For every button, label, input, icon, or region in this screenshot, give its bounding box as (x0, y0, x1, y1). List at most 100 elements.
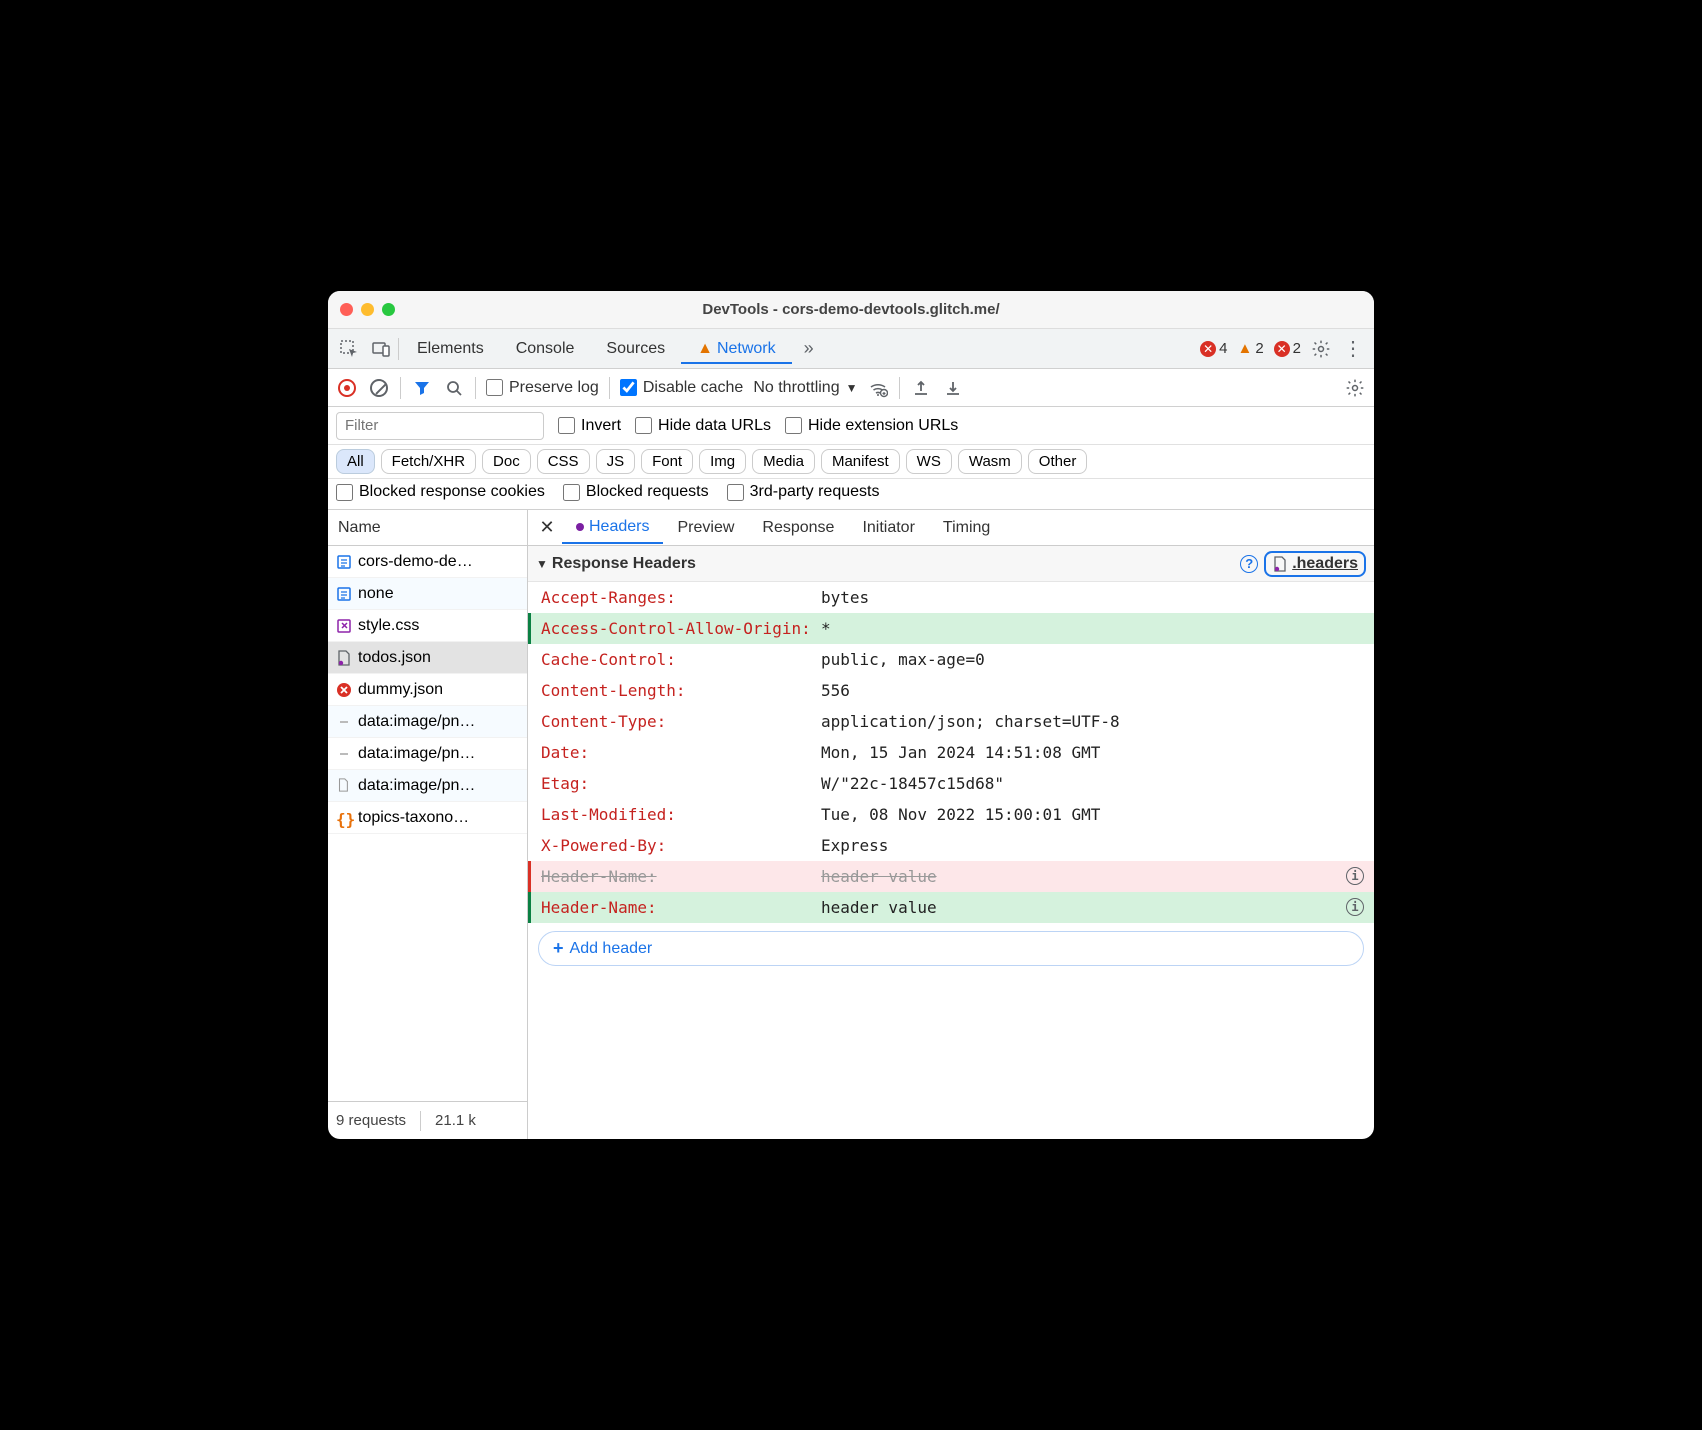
invert-checkbox[interactable]: Invert (558, 417, 621, 435)
chip-js[interactable]: JS (596, 449, 636, 474)
network-settings-icon[interactable] (1344, 377, 1366, 399)
titlebar: DevTools - cors-demo-devtools.glitch.me/ (328, 291, 1374, 329)
more-tabs-icon[interactable]: » (794, 334, 824, 364)
request-row[interactable]: style.css (328, 610, 527, 642)
info-icon[interactable]: i (1346, 898, 1364, 916)
window-title: DevTools - cors-demo-devtools.glitch.me/ (328, 301, 1374, 318)
throttling-select[interactable]: No throttling ▼ (753, 379, 857, 397)
request-row[interactable]: todos.json (328, 642, 527, 674)
warning-icon: ▲ (697, 340, 713, 358)
chip-doc[interactable]: Doc (482, 449, 531, 474)
filter-input[interactable] (336, 412, 544, 440)
request-row[interactable]: data:image/pn… (328, 738, 527, 770)
header-name: Last-Modified: (541, 805, 821, 824)
blocked-filters: Blocked response cookies Blocked request… (328, 479, 1374, 510)
placeholder-icon (336, 714, 352, 730)
detail-tab-headers[interactable]: Headers (562, 512, 663, 544)
tab-network[interactable]: ▲Network (681, 334, 792, 364)
window-controls (340, 303, 395, 316)
record-button[interactable] (336, 377, 358, 399)
panel-tabstrip: ElementsConsoleSources▲Network » ✕4 ▲2 ✕… (328, 329, 1374, 369)
detail-tab-preview[interactable]: Preview (663, 512, 748, 544)
requests-footer: 9 requests 21.1 k (328, 1101, 527, 1139)
header-value: public, max-age=0 (821, 650, 1364, 669)
header-row[interactable]: Header-Name:header valuei (528, 861, 1374, 892)
issue-icon: ✕ (1274, 341, 1290, 357)
chip-ws[interactable]: WS (906, 449, 952, 474)
request-name: data:image/pn… (358, 713, 475, 731)
header-row[interactable]: Content-Type:application/json; charset=U… (528, 706, 1374, 737)
header-row[interactable]: X-Powered-By:Express (528, 830, 1374, 861)
add-header-button[interactable]: + Add header (538, 931, 1364, 966)
info-icon[interactable]: i (1346, 867, 1364, 885)
import-har-icon[interactable] (910, 377, 932, 399)
hide-extension-urls-checkbox[interactable]: Hide extension URLs (785, 417, 958, 435)
chip-all[interactable]: All (336, 449, 375, 474)
request-row[interactable]: data:image/pn… (328, 770, 527, 802)
kebab-menu-icon[interactable]: ⋮ (1338, 334, 1368, 364)
header-row[interactable]: Access-Control-Allow-Origin:* (528, 613, 1374, 644)
header-row[interactable]: Content-Length:556 (528, 675, 1374, 706)
maximize-icon[interactable] (382, 303, 395, 316)
requests-column: Name cors-demo-de…nonestyle.csstodos.jso… (328, 510, 528, 1139)
detail-tab-response[interactable]: Response (748, 512, 848, 544)
blocked-cookies-checkbox[interactable]: Blocked response cookies (336, 483, 545, 501)
name-column-header[interactable]: Name (328, 510, 527, 546)
network-toolbar: Preserve log Disable cache No throttling… (328, 369, 1374, 407)
request-row[interactable]: data:image/pn… (328, 706, 527, 738)
preserve-log-checkbox[interactable]: Preserve log (486, 379, 599, 397)
tab-sources[interactable]: Sources (590, 334, 681, 364)
header-row[interactable]: Cache-Control:public, max-age=0 (528, 644, 1374, 675)
chip-fetch-xhr[interactable]: Fetch/XHR (381, 449, 476, 474)
chip-manifest[interactable]: Manifest (821, 449, 900, 474)
settings-icon[interactable] (1306, 334, 1336, 364)
request-row[interactable]: dummy.json (328, 674, 527, 706)
blocked-requests-checkbox[interactable]: Blocked requests (563, 483, 709, 501)
chip-css[interactable]: CSS (537, 449, 590, 474)
clear-button[interactable] (368, 377, 390, 399)
header-row[interactable]: Accept-Ranges:bytes (528, 582, 1374, 613)
request-name: data:image/pn… (358, 745, 475, 763)
status-badges[interactable]: ✕4 ▲2 ✕2 (1197, 340, 1304, 357)
response-headers-section[interactable]: ▼ Response Headers ? .headers (528, 546, 1374, 582)
disable-cache-checkbox[interactable]: Disable cache (620, 379, 744, 397)
chip-font[interactable]: Font (641, 449, 693, 474)
header-name: Cache-Control: (541, 650, 821, 669)
header-name: Content-Length: (541, 681, 821, 700)
close-icon[interactable] (340, 303, 353, 316)
tab-elements[interactable]: Elements (401, 334, 500, 364)
header-row[interactable]: Date:Mon, 15 Jan 2024 14:51:08 GMT (528, 737, 1374, 768)
error-icon: ✕ (1200, 341, 1216, 357)
export-har-icon[interactable] (942, 377, 964, 399)
request-row[interactable]: cors-demo-de… (328, 546, 527, 578)
hide-data-urls-checkbox[interactable]: Hide data URLs (635, 417, 771, 435)
search-icon[interactable] (443, 377, 465, 399)
header-name: Header-Name: (541, 867, 821, 886)
headers-override-file[interactable]: .headers (1264, 551, 1366, 577)
chip-media[interactable]: Media (752, 449, 815, 474)
inspect-icon[interactable] (334, 334, 364, 364)
detail-tab-initiator[interactable]: Initiator (848, 512, 928, 544)
header-row[interactable]: Last-Modified:Tue, 08 Nov 2022 15:00:01 … (528, 799, 1374, 830)
header-row[interactable]: Header-Name:header valuei (528, 892, 1374, 923)
placeholder-icon (336, 746, 352, 762)
css-icon (336, 618, 352, 634)
disclosure-triangle-icon: ▼ (536, 557, 548, 571)
device-toolbar-icon[interactable] (366, 334, 396, 364)
help-icon[interactable]: ? (1240, 555, 1258, 573)
filter-icon[interactable] (411, 377, 433, 399)
network-conditions-icon[interactable] (867, 377, 889, 399)
close-detail-button[interactable]: ✕ (532, 517, 562, 538)
detail-tab-timing[interactable]: Timing (929, 512, 1004, 544)
tab-console[interactable]: Console (500, 334, 591, 364)
request-row[interactable]: none (328, 578, 527, 610)
header-row[interactable]: Etag:W/"22c-18457c15d68" (528, 768, 1374, 799)
minimize-icon[interactable] (361, 303, 374, 316)
chip-wasm[interactable]: Wasm (958, 449, 1022, 474)
third-party-checkbox[interactable]: 3rd-party requests (727, 483, 880, 501)
detail-pane: ✕ HeadersPreviewResponseInitiatorTiming … (528, 510, 1374, 1139)
chip-img[interactable]: Img (699, 449, 746, 474)
request-row[interactable]: {}topics-taxono… (328, 802, 527, 834)
chip-other[interactable]: Other (1028, 449, 1088, 474)
header-name: Content-Type: (541, 712, 821, 731)
